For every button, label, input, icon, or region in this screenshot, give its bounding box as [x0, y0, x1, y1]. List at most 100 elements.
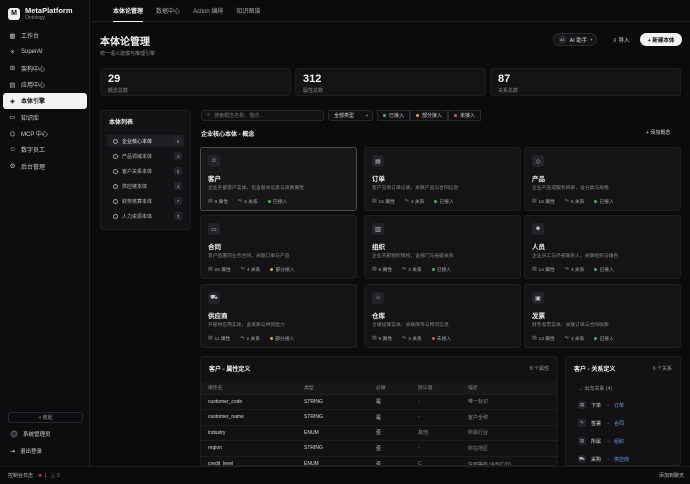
- ontology-list-item[interactable]: 企业核心本体 6: [107, 135, 184, 147]
- concept-card[interactable]: ▤ 订单 客户交易订单记录，关联产品与合同信息 ▤ 15 属性 ⇋ 3 关系 已接入: [364, 147, 521, 211]
- logout-button[interactable]: ⇥ 退出登录: [10, 447, 42, 456]
- building-icon: ▥: [578, 437, 586, 445]
- attribute-count: ▤ 14 属性: [532, 266, 560, 273]
- tab-0[interactable]: 本体论管理: [113, 0, 144, 22]
- attribute-count: ▤ 18 属性: [532, 198, 560, 205]
- attribute-name: region: [201, 440, 297, 456]
- sidebar-item-3[interactable]: ▤ 应用中心: [3, 77, 87, 93]
- sidebar-item-1[interactable]: ✳ SuperAI: [3, 44, 87, 60]
- people-icon: ☻: [532, 223, 544, 235]
- table-row[interactable]: customer_name STRING 是 - 客户全称: [201, 409, 557, 425]
- console-log-button[interactable]: 控制台日志: [8, 472, 33, 479]
- attribute-count: ▤ 15 属性: [372, 198, 400, 205]
- person-icon: ☺: [208, 155, 220, 167]
- sidebar-item-6[interactable]: ⌬ MCP 中心: [3, 126, 87, 142]
- sidebar-item-0[interactable]: ▦ 工作台: [3, 28, 87, 44]
- sidebar-item-label: SuperAI: [21, 49, 43, 56]
- sidebar-item-label: 数字员工: [21, 148, 46, 155]
- status-text: 已接入: [436, 268, 452, 273]
- chevron-down-icon: ▾: [365, 112, 368, 118]
- ontology-list-title: 本体列表: [109, 120, 134, 126]
- cart-icon: ⛟: [578, 455, 586, 463]
- import-button[interactable]: ⇩ 导入: [608, 33, 634, 46]
- status-text: 已接入: [272, 200, 288, 205]
- status-badge: 已接入: [594, 335, 618, 342]
- concept-card[interactable]: ⌂ 仓库 仓储设施实体，关联库存与物流信息 ▤ 9 属性 ⇋ 3 关系 未接入: [364, 284, 521, 348]
- warning-icon: △: [51, 472, 55, 479]
- arrow-right-icon: →: [605, 456, 611, 462]
- relation-item[interactable]: ⛟ 采购 → 供应商: [578, 453, 629, 465]
- ontology-list-item[interactable]: 客户关系本体 5: [107, 165, 184, 177]
- concept-name: 产品: [532, 176, 545, 183]
- attribute-count-text: 9 属性: [378, 337, 393, 342]
- table-row[interactable]: customer_code STRING 是 - 唯一标识: [201, 393, 557, 410]
- add-to-chat-button[interactable]: 添加到聊天: [659, 472, 684, 479]
- link-icon: ⇋: [240, 267, 245, 272]
- outgoing-relations-label[interactable]: → 出向关系 (4): [578, 385, 612, 392]
- tab-1[interactable]: 数据中心: [156, 0, 180, 22]
- relation-count: ⇋ 3 关系: [402, 335, 427, 342]
- concept-card[interactable]: ▣ 发票 财务发票实体，关联订单与合同收款 ▤ 13 属性 ⇋ 3 关系 已接入: [524, 284, 681, 348]
- attribute-count-text: 11 属性: [214, 337, 231, 342]
- sidebar-item-7[interactable]: ☺ 数字员工: [3, 142, 87, 158]
- status-filter-chip[interactable]: 部分接入: [410, 110, 449, 121]
- building-icon: ▥: [372, 223, 384, 235]
- relation-item[interactable]: ▥ 所属 → 组织: [578, 435, 624, 447]
- stat-label: 概念总数: [108, 88, 129, 94]
- concept-card[interactable]: ☻ 人员 企业员工与外部联系人，关联组织与角色 ▤ 14 属性 ⇋ 3 关系 已接入: [524, 215, 681, 279]
- user-profile[interactable]: ◯ 系统管理员: [10, 430, 51, 438]
- tab-2[interactable]: Action 编排: [193, 0, 223, 22]
- concept-card[interactable]: ▥ 组织 企业内部组织架构，含部门与层级关系 ▤ 8 属性 ⇋ 2 关系 已接入: [364, 215, 521, 279]
- brand[interactable]: M MetaPlatform Ontology: [8, 6, 73, 21]
- add-to-chat-label: 添加到聊天: [658, 473, 684, 479]
- new-ontology-button[interactable]: + 新建本体: [640, 33, 682, 46]
- concept-meta: ▤ 15 属性 ⇋ 3 关系 已接入: [372, 198, 464, 205]
- stat-value: 29: [108, 73, 121, 85]
- sidebar-item-5[interactable]: ▭ 知识库: [3, 109, 87, 125]
- status-filter-chip[interactable]: 未接入: [448, 110, 482, 121]
- search-input[interactable]: ⌕ 搜索概念名称、描述...: [201, 110, 324, 121]
- status-badge: 已接入: [267, 198, 292, 205]
- status-filter-chip[interactable]: 已接入: [377, 110, 411, 121]
- status-filter-chips: 已接入 部分接入 未接入: [377, 110, 482, 121]
- table-row[interactable]: industry ENUM 否其他 所属行业: [201, 424, 557, 441]
- collapse-sidebar-button[interactable]: « 收起: [8, 412, 83, 423]
- table-row[interactable]: credit_level ENUM 否 C 信用等级 (A/B/C/D): [201, 455, 557, 465]
- concept-card[interactable]: ▭ 合同 客户签署的业务合同，关联订单与产品 ▤ 20 属性 ⇋ 4 关系 部分接入: [200, 215, 357, 279]
- ontology-name: 企业核心本体: [122, 138, 153, 145]
- relation-verb: 签署: [591, 420, 602, 427]
- relation-item[interactable]: ▤ 下单 → 订单: [578, 399, 624, 411]
- concept-description: 仓储设施实体，关联库存与物流信息: [372, 323, 449, 328]
- relation-item[interactable]: ✎ 签署 → 合同: [578, 417, 624, 429]
- ai-assistant-button[interactable]: AI AI 助手 ▾: [553, 33, 597, 46]
- attribute-default: -: [411, 393, 461, 410]
- page-title: 本体论管理: [100, 37, 150, 48]
- concept-card[interactable]: ⛟ 供应商 外部供应商实体，含资质与供货能力 ▤ 11 属性 ⇋ 2 关系 部分接入: [200, 284, 357, 348]
- sidebar-item-label: 后台管理: [21, 164, 46, 171]
- attribute-table: 属性名 类型 必填 默认值 描述 customer_code STRING 是 - 唯一标识 cu…: [201, 382, 557, 465]
- relation-count-text: 2 关系: [408, 268, 422, 273]
- table-row[interactable]: region STRING 否 - 所在地区: [201, 440, 557, 456]
- add-concept-button[interactable]: + 添加概念: [646, 129, 670, 136]
- book-icon: ▭: [9, 114, 16, 122]
- relation-count: ⇋ 3 关系: [565, 266, 590, 273]
- type-select[interactable]: 全部类型 ▾: [328, 110, 373, 121]
- relation-count-text: 3 关系: [570, 268, 585, 273]
- error-indicator[interactable]: ⊗ 1: [38, 473, 47, 479]
- status-dot-icon: [270, 337, 274, 340]
- attribute-count: ▤ 9 属性: [372, 335, 397, 342]
- status-text: 已接入: [599, 337, 614, 342]
- ontology-list-item[interactable]: 财务核算本体 7: [107, 195, 184, 207]
- ontology-list-item[interactable]: 人力资源本体 3: [107, 210, 184, 222]
- sidebar-item-4[interactable]: ◈ 本体引擎: [3, 93, 87, 109]
- ontology-list-item[interactable]: 产品领域本体 4: [107, 150, 184, 162]
- ontology-list-item[interactable]: 供应链本体 4: [107, 180, 184, 192]
- attribute-required: 否: [369, 424, 411, 441]
- concept-name: 供应商: [208, 313, 228, 320]
- tab-3[interactable]: 知识图谱: [236, 0, 260, 22]
- concept-card[interactable]: ☺ 客户 企业外部客户实体，包含基本信息与资质属性 ▤ 8 属性 ⇋ 6 关系 已接入: [200, 147, 357, 211]
- concept-card[interactable]: ◇ 产品 企业产品或服务目录，含分类与规格 ▤ 18 属性 ⇋ 5 关系 已接入: [524, 147, 681, 211]
- warning-indicator[interactable]: △ 0: [51, 473, 60, 479]
- sidebar-item-8[interactable]: ⚙ 后台管理: [3, 158, 87, 174]
- sidebar-item-2[interactable]: ⊞ 架构中心: [3, 61, 87, 77]
